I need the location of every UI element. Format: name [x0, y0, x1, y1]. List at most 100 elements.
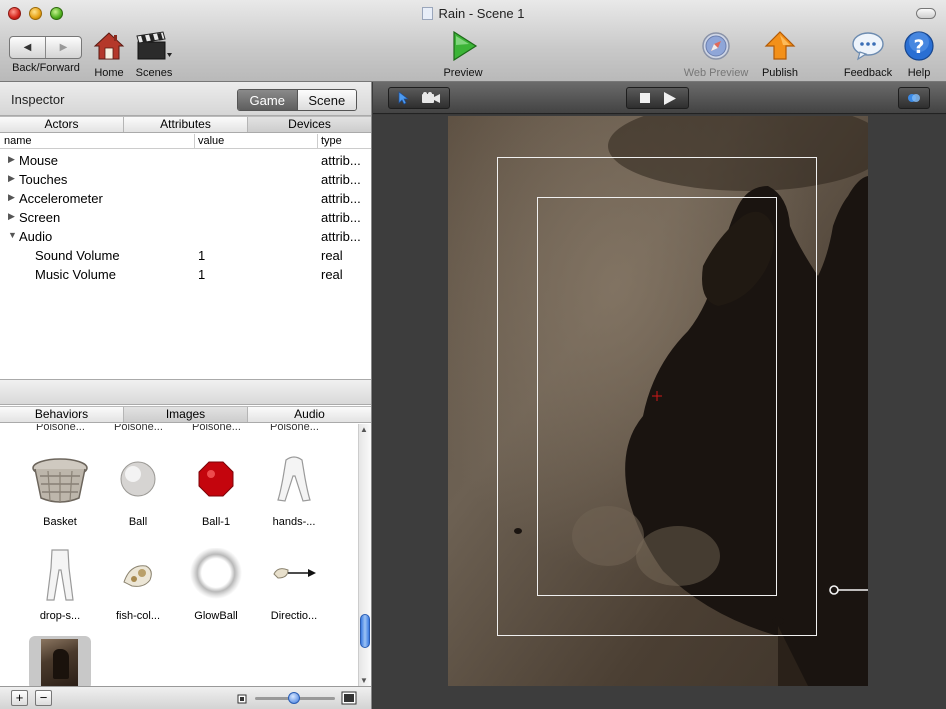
home-icon — [93, 32, 125, 60]
tab-attributes[interactable]: Attributes — [124, 117, 248, 132]
inspector-tabbar: Actors Attributes Devices — [0, 116, 371, 133]
scrollbar-thumb[interactable] — [360, 614, 370, 648]
library-scrollbar[interactable]: ▲ ▼ — [358, 424, 371, 686]
scope-tab-scene[interactable]: Scene — [296, 90, 356, 110]
table-row[interactable]: Sound Volume 1 real — [0, 246, 371, 265]
column-divider[interactable] — [194, 134, 195, 148]
help-button[interactable]: ? Help — [902, 31, 936, 79]
tab-devices[interactable]: Devices — [248, 117, 371, 132]
table-row[interactable]: ▼ Audio attrib... — [0, 227, 371, 246]
column-header-name[interactable]: name — [4, 135, 32, 147]
column-divider[interactable] — [317, 134, 318, 148]
toolbar-toggle-button[interactable] — [916, 8, 936, 19]
image-item-hands[interactable]: hands-... — [255, 454, 333, 528]
left-panel: Inspector Game Scene Actors Attributes D… — [0, 82, 372, 709]
tab-images[interactable]: Images — [124, 407, 248, 422]
play-icon — [453, 30, 478, 62]
web-preview-button[interactable]: Web Preview — [680, 31, 752, 79]
large-thumbnail-icon — [341, 691, 357, 705]
image-item-drop[interactable]: drop-s... — [21, 548, 99, 622]
inspector-title: Inspector — [11, 92, 65, 107]
library-footer: + − — [0, 686, 371, 709]
feedback-button[interactable]: Feedback — [840, 31, 896, 79]
scene-stage[interactable] — [448, 116, 868, 686]
library-tabbar: Behaviors Images Audio — [0, 406, 371, 423]
scene-toolbar — [373, 82, 946, 114]
list-item-label: Poisone... — [192, 424, 241, 433]
panel-splitter[interactable] — [0, 379, 371, 405]
scroll-down-arrow-icon[interactable]: ▼ — [360, 676, 368, 685]
scope-segmented-control: Game Scene — [237, 89, 357, 111]
table-row[interactable]: ▶ Mouse attrib... — [0, 151, 371, 170]
disclosure-triangle-icon[interactable]: ▶ — [8, 154, 15, 165]
stop-icon[interactable] — [639, 92, 651, 104]
scope-tab-game[interactable]: Game — [238, 90, 297, 110]
window-title: Rain - Scene 1 — [0, 6, 946, 21]
basket-thumbnail — [30, 454, 90, 508]
ball-thumbnail — [108, 454, 168, 508]
pointer-arrow-icon[interactable] — [397, 91, 409, 105]
help-question-icon: ? — [904, 31, 934, 61]
drop-thumbnail — [30, 548, 90, 602]
thumbnail-size-slider-knob[interactable] — [288, 692, 300, 704]
list-item-label: Poisone... — [114, 424, 163, 433]
table-row[interactable]: Music Volume 1 real — [0, 265, 371, 284]
publish-button[interactable]: Publish — [758, 31, 802, 79]
inspector-header: Inspector Game Scene — [0, 82, 371, 116]
image-item-ball[interactable]: Ball — [99, 454, 177, 528]
glowball-thumbnail — [186, 547, 246, 602]
image-item-glowball[interactable]: GlowBall — [177, 547, 255, 622]
disclosure-triangle-icon[interactable]: ▶ — [8, 173, 15, 184]
play-icon[interactable] — [663, 91, 676, 105]
disclosure-triangle-icon[interactable]: ▶ — [8, 192, 15, 203]
svg-text:?: ? — [913, 36, 924, 58]
image-item-direction[interactable]: Directio... — [255, 548, 333, 622]
scroll-up-arrow-icon[interactable]: ▲ — [360, 425, 368, 434]
layers-icon — [908, 94, 920, 102]
painting-thumbnail — [41, 639, 78, 686]
scene-tool-group — [388, 87, 450, 109]
hands-thumbnail — [264, 454, 324, 508]
scenes-button[interactable]: Scenes — [134, 31, 174, 79]
image-library-grid: Poisone... Poisone... Poisone... Poisone… — [0, 424, 358, 686]
column-header-value[interactable]: value — [198, 135, 224, 147]
small-thumbnail-icon — [237, 694, 247, 704]
add-image-button[interactable]: + — [11, 690, 28, 706]
table-row[interactable]: ▶ Accelerometer attrib... — [0, 189, 371, 208]
image-item-ball-1[interactable]: Ball-1 — [177, 454, 255, 528]
remove-image-button[interactable]: − — [35, 690, 52, 706]
list-item-label: Poisone... — [270, 424, 319, 433]
camera-handle-icon[interactable] — [827, 583, 868, 597]
image-item-fish[interactable]: fish-col... — [99, 548, 177, 622]
back-button[interactable]: ◀ — [10, 37, 45, 58]
scene-layers-button[interactable] — [898, 87, 930, 109]
table-row[interactable]: ▶ Touches attrib... — [0, 170, 371, 189]
column-header-type[interactable]: type — [321, 135, 342, 147]
red-ball-thumbnail — [186, 454, 246, 508]
preview-button[interactable]: Preview — [440, 30, 486, 79]
image-item-basket[interactable]: Basket — [21, 454, 99, 528]
list-item-label: Poisone... — [36, 424, 85, 433]
scene-origin-crosshair-icon — [652, 391, 662, 401]
upload-arrow-icon — [764, 31, 796, 60]
tab-audio[interactable]: Audio — [248, 407, 371, 422]
forward-button[interactable]: ▶ — [45, 37, 81, 58]
scene-playback-group — [626, 87, 689, 109]
document-icon — [421, 7, 433, 20]
window-titlebar: Rain - Scene 1 ◀ ▶ Back/Forward Home Sce… — [0, 0, 946, 82]
disclosure-triangle-icon[interactable]: ▶ — [8, 211, 15, 222]
attribute-table-header: name value type — [0, 134, 371, 149]
scene-canvas[interactable] — [373, 115, 946, 709]
disclosure-triangle-expanded-icon[interactable]: ▼ — [8, 230, 17, 240]
compass-icon — [702, 32, 730, 60]
camera-icon[interactable] — [421, 92, 441, 104]
speech-bubble-icon — [852, 32, 884, 61]
table-row[interactable]: ▶ Screen attrib... — [0, 208, 371, 227]
home-button[interactable]: Home — [91, 31, 127, 79]
back-forward-control: ◀ ▶ Back/Forward — [9, 31, 83, 74]
tab-actors[interactable]: Actors — [0, 117, 124, 132]
tab-behaviors[interactable]: Behaviors — [0, 407, 124, 422]
image-item-painting[interactable] — [21, 636, 99, 686]
fish-thumbnail — [108, 548, 168, 602]
clapperboard-icon — [136, 31, 172, 60]
